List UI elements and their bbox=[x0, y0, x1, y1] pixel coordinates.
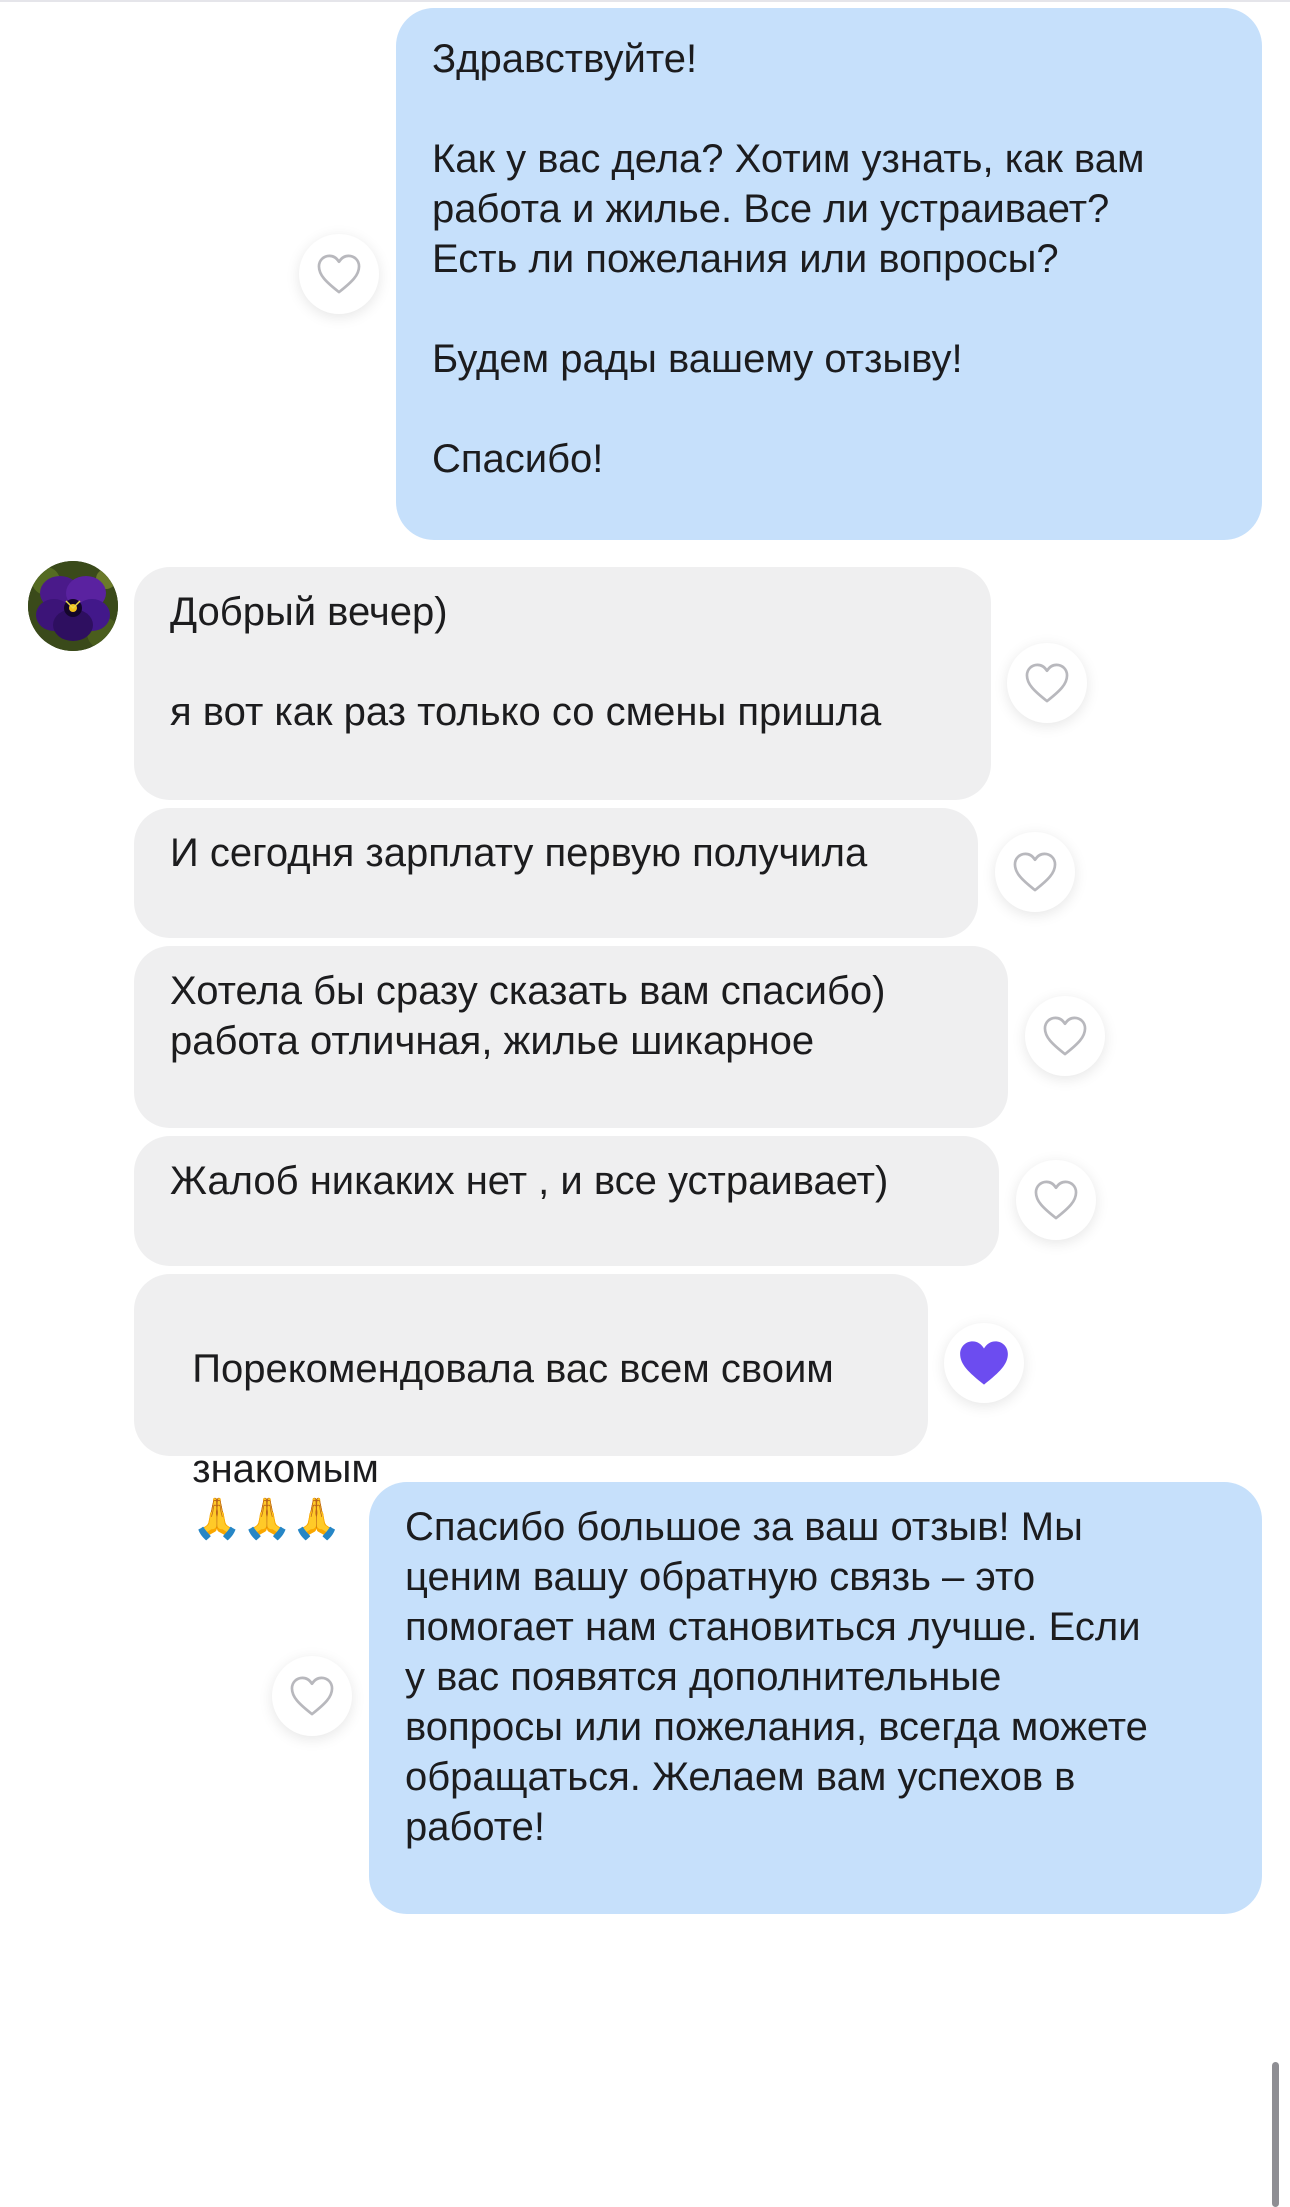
like-button[interactable] bbox=[1025, 996, 1105, 1076]
like-button[interactable] bbox=[995, 832, 1075, 912]
like-button[interactable] bbox=[299, 234, 379, 314]
top-divider bbox=[0, 0, 1290, 2]
message-bubble-outgoing[interactable]: Здравствуйте! Как у вас дела? Хотим узна… bbox=[396, 8, 1262, 540]
message-bubble-incoming[interactable]: Хотела бы сразу сказать вам спасибо) раб… bbox=[134, 946, 1008, 1128]
pansy-flower-avatar bbox=[28, 561, 118, 651]
message-bubble-incoming[interactable]: И сегодня зарплату первую получила bbox=[134, 808, 978, 938]
heart-filled-icon bbox=[960, 1341, 1008, 1385]
like-button-active[interactable] bbox=[944, 1323, 1024, 1403]
message-text: знакомым bbox=[192, 1447, 379, 1491]
message-text: Порекомендовала вас всем своим bbox=[192, 1347, 834, 1391]
like-button[interactable] bbox=[1016, 1160, 1096, 1240]
message-bubble-outgoing[interactable]: Спасибо большое за ваш отзыв! Мы ценим в… bbox=[369, 1482, 1262, 1914]
message-bubble-incoming[interactable]: Добрый вечер) я вот как раз только со см… bbox=[134, 567, 991, 800]
heart-outline-icon bbox=[1043, 1016, 1087, 1056]
heart-outline-icon bbox=[317, 254, 361, 294]
message-bubble-incoming[interactable]: Жалоб никаких нет , и все устраивает) bbox=[134, 1136, 999, 1266]
heart-outline-icon bbox=[1013, 852, 1057, 892]
heart-outline-icon bbox=[290, 1676, 334, 1716]
heart-outline-icon bbox=[1025, 663, 1069, 703]
sender-avatar[interactable] bbox=[28, 561, 118, 651]
heart-outline-icon bbox=[1034, 1180, 1078, 1220]
scrollbar-thumb[interactable] bbox=[1272, 2062, 1279, 2207]
folded-hands-emoji: 🙏🙏🙏 bbox=[192, 1496, 342, 1542]
message-bubble-incoming[interactable]: Порекомендовала вас всем своим знакомым … bbox=[134, 1274, 928, 1542]
like-button[interactable] bbox=[1007, 643, 1087, 723]
like-button[interactable] bbox=[272, 1656, 352, 1736]
